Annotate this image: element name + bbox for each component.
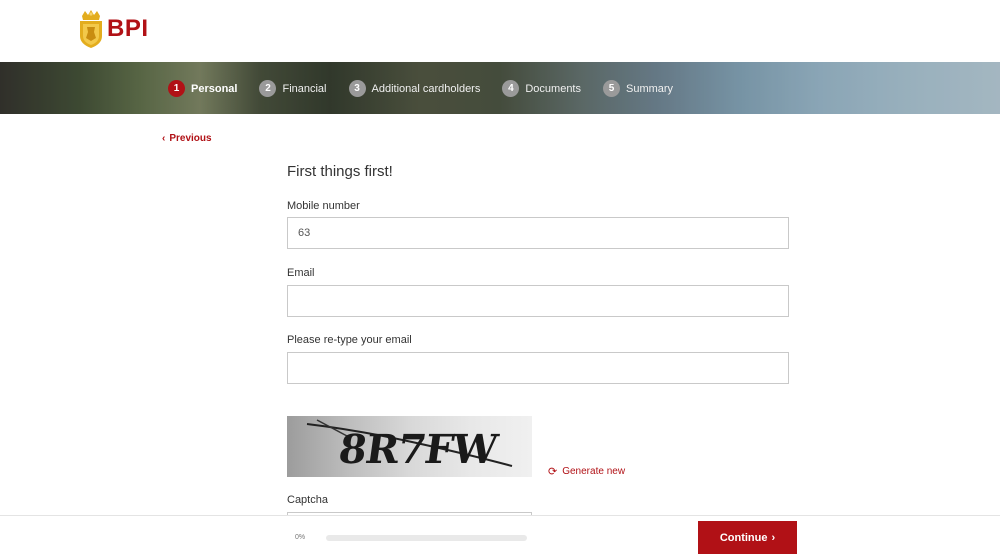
captcha-text: 8R7FW (335, 426, 500, 473)
step-number: 1 (168, 80, 185, 97)
step-number: 2 (259, 80, 277, 97)
email-input[interactable] (287, 285, 789, 317)
email-confirm-label: Please re-type your email (287, 334, 412, 346)
bpi-logo[interactable]: BPI (78, 10, 149, 48)
previous-link[interactable]: ‹ Previous (162, 133, 212, 144)
form-title: First things first! (287, 163, 393, 180)
generate-new-button[interactable]: ⟳ Generate new (548, 465, 625, 478)
email-label: Email (287, 267, 315, 279)
step-label: Summary (626, 82, 674, 95)
step-number: 3 (348, 80, 366, 97)
previous-label: Previous (169, 133, 212, 144)
header: BPI (0, 0, 1000, 62)
step-label: Additional cardholders (371, 82, 481, 95)
generate-new-label: Generate new (562, 466, 626, 477)
progress-percent: 0% (295, 534, 306, 541)
step-number: 4 (502, 80, 520, 97)
step-number: 5 (603, 80, 620, 97)
progress-bar (326, 535, 527, 541)
email-confirm-input[interactable] (287, 352, 789, 384)
step-additional-cardholders[interactable]: 3 Additional cardholders (348, 80, 481, 97)
step-summary[interactable]: 5 Summary (603, 80, 673, 97)
refresh-icon: ⟳ (548, 466, 558, 478)
captcha-image: 8R7FW (287, 416, 532, 477)
step-label: Documents (525, 82, 581, 95)
captcha-label: Captcha (287, 494, 328, 506)
step-financial[interactable]: 2 Financial (259, 80, 327, 97)
continue-label: Continue (719, 531, 768, 544)
chevron-right-icon: › (771, 531, 776, 544)
step-label: Personal (191, 82, 238, 95)
step-personal[interactable]: 1 Personal (168, 80, 237, 97)
step-documents[interactable]: 4 Documents (502, 80, 581, 97)
step-label: Financial (282, 82, 327, 95)
continue-button[interactable]: Continue › (698, 521, 797, 554)
mobile-number-input[interactable] (287, 217, 789, 249)
progress-steps: 1 Personal 2 Financial 3 Additional card… (168, 80, 695, 97)
crown-lion-shield-icon (80, 10, 102, 48)
brand-name: BPI (107, 15, 149, 42)
mobile-number-label: Mobile number (287, 200, 360, 212)
chevron-left-icon: ‹ (162, 133, 166, 144)
